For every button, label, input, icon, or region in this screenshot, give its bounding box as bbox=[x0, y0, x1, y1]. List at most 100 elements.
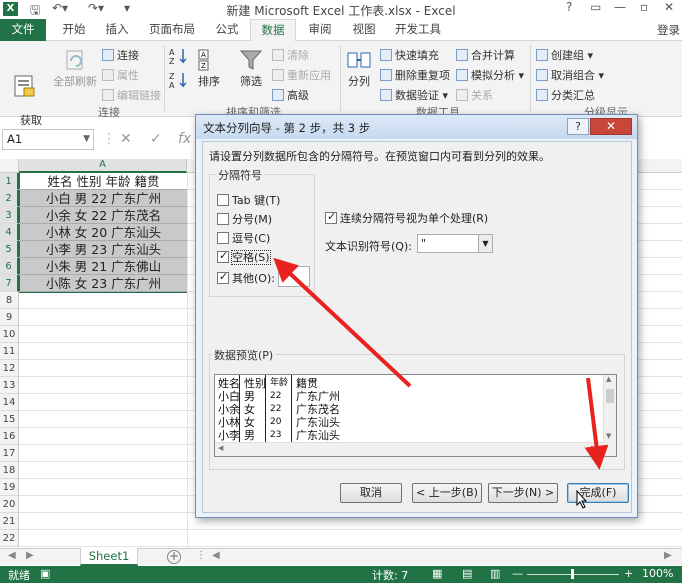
normal-view-icon[interactable]: ▦ bbox=[432, 567, 442, 580]
page-break-view-icon[interactable]: ▥ bbox=[490, 567, 500, 580]
more-options-icon[interactable]: ⋮ bbox=[196, 550, 206, 561]
sign-in-link[interactable]: 登录 bbox=[657, 22, 680, 38]
restore-icon[interactable]: ▫ bbox=[640, 0, 648, 14]
clear-button[interactable]: 清除 bbox=[272, 47, 309, 63]
sort-az-button[interactable]: AZ bbox=[168, 47, 190, 66]
filter-button[interactable]: 筛选 bbox=[236, 47, 266, 88]
finish-button[interactable]: 完成(F) bbox=[567, 483, 629, 503]
zoom-out-button[interactable]: — bbox=[512, 567, 523, 580]
space-checkbox[interactable]: 空格(S) bbox=[217, 249, 271, 265]
row-header[interactable]: 14 bbox=[0, 394, 19, 411]
row-header[interactable]: 4 bbox=[0, 224, 19, 241]
row-header[interactable]: 10 bbox=[0, 326, 19, 343]
tab-insert[interactable]: 插入 bbox=[97, 19, 137, 41]
back-button[interactable]: < 上一步(B) bbox=[412, 483, 482, 503]
cancel-button[interactable]: 取消 bbox=[340, 483, 402, 503]
row-header[interactable]: 2 bbox=[0, 190, 19, 207]
tab-developer[interactable]: 开发工具 bbox=[390, 19, 446, 41]
help-icon[interactable]: ? bbox=[566, 0, 572, 14]
row-header[interactable]: 12 bbox=[0, 360, 19, 377]
row-header[interactable]: 15 bbox=[0, 411, 19, 428]
sheet-tab-sheet1[interactable]: Sheet1 bbox=[80, 548, 138, 566]
space-checkbox-box[interactable] bbox=[217, 249, 229, 263]
scroll-right-icon[interactable]: ▶ bbox=[664, 550, 672, 561]
dialog-title-bar[interactable]: 文本分列向导 - 第 2 步，共 3 步 ? ✕ bbox=[196, 115, 637, 139]
cell-a4[interactable]: 小林 女 20 广东汕头 bbox=[20, 224, 187, 241]
flash-fill-button[interactable]: 快速填充 bbox=[380, 47, 439, 63]
row-header[interactable]: 22 bbox=[0, 530, 19, 547]
what-if-button[interactable]: 模拟分析 ▾ bbox=[456, 67, 524, 83]
row-header[interactable]: 9 bbox=[0, 309, 19, 326]
insert-function-icon[interactable]: fx bbox=[178, 131, 191, 147]
properties-button[interactable]: 属性 bbox=[102, 67, 139, 83]
consecutive-checkbox-box[interactable] bbox=[325, 210, 337, 224]
data-preview-pane[interactable]: 姓名 性别 年龄 籍贯 小白男 22 广东广州 小余女 22 广东茂名 小林女 20 广东汕头 小李男 23… bbox=[214, 374, 617, 457]
preview-scroll-thumb[interactable] bbox=[606, 389, 614, 403]
cell-a5[interactable]: 小李 男 23 广东汕头 bbox=[20, 241, 187, 258]
row-header[interactable]: 18 bbox=[0, 462, 19, 479]
scroll-up-icon[interactable]: ▲ bbox=[606, 375, 611, 383]
scroll-down-icon[interactable]: ▼ bbox=[606, 432, 611, 440]
scroll-left-icon[interactable]: ◀ bbox=[212, 550, 220, 561]
row-header[interactable]: 16 bbox=[0, 428, 19, 445]
scroll-tabs-right-icon[interactable]: ▶ bbox=[26, 550, 34, 561]
tab-checkbox-box[interactable] bbox=[217, 194, 229, 206]
dialog-help-button[interactable]: ? bbox=[567, 118, 589, 135]
comma-checkbox-box[interactable] bbox=[217, 232, 229, 244]
cell-a7[interactable]: 小陈 女 23 广东广州 bbox=[20, 275, 187, 292]
reapply-button[interactable]: 重新应用 bbox=[272, 67, 331, 83]
ribbon-display-icon[interactable]: ▭ bbox=[590, 0, 601, 14]
row-header[interactable]: 8 bbox=[0, 292, 19, 309]
other-delimiter-input[interactable] bbox=[278, 266, 310, 287]
tab-file[interactable]: 文件 bbox=[0, 19, 46, 41]
ungroup-button[interactable]: 取消组合 ▾ bbox=[536, 67, 604, 83]
zoom-slider-thumb[interactable] bbox=[571, 569, 574, 579]
dialog-close-button[interactable]: ✕ bbox=[590, 118, 632, 135]
minimize-icon[interactable]: — bbox=[614, 0, 626, 14]
row-header[interactable]: 19 bbox=[0, 479, 19, 496]
select-all-corner[interactable] bbox=[0, 159, 19, 173]
row-header[interactable]: 13 bbox=[0, 377, 19, 394]
next-button[interactable]: 下一步(N) > bbox=[488, 483, 558, 503]
advanced-button[interactable]: 高级 bbox=[272, 87, 309, 103]
edit-links-button[interactable]: 编辑链接 bbox=[102, 87, 161, 103]
group-button[interactable]: 创建组 ▾ bbox=[536, 47, 593, 63]
cancel-icon[interactable]: ✕ bbox=[120, 131, 132, 147]
row-header[interactable]: 21 bbox=[0, 513, 19, 530]
enter-icon[interactable]: ✓ bbox=[150, 131, 162, 147]
cell-a6[interactable]: 小朱 男 21 广东佛山 bbox=[20, 258, 187, 275]
consecutive-delimiters-checkbox[interactable]: 连续分隔符号视为单个处理(R) bbox=[325, 210, 488, 226]
tab-view[interactable]: 视图 bbox=[344, 19, 384, 41]
page-layout-view-icon[interactable]: ▤ bbox=[462, 567, 472, 580]
relationships-button[interactable]: 关系 bbox=[456, 87, 493, 103]
row-header[interactable]: 7 bbox=[0, 275, 19, 292]
remove-duplicates-button[interactable]: 删除重复项 bbox=[380, 67, 450, 83]
row-header[interactable]: 5 bbox=[0, 241, 19, 258]
column-header-a[interactable]: A bbox=[19, 159, 187, 173]
connections-button[interactable]: 连接 bbox=[102, 47, 139, 63]
row-header[interactable]: 3 bbox=[0, 207, 19, 224]
semicolon-checkbox[interactable]: 分号(M) bbox=[217, 211, 272, 227]
tab-data[interactable]: 数据 bbox=[250, 19, 296, 42]
row-header[interactable]: 1 bbox=[0, 173, 19, 190]
data-validation-button[interactable]: 数据验证 ▾ bbox=[380, 87, 448, 103]
other-checkbox-box[interactable] bbox=[217, 270, 229, 284]
other-checkbox[interactable]: 其他(O): bbox=[217, 270, 275, 286]
text-to-columns-button[interactable]: 分列 bbox=[344, 47, 374, 88]
scroll-right-icon[interactable]: ▶ bbox=[591, 444, 596, 452]
zoom-level[interactable]: 100% bbox=[642, 567, 673, 580]
close-icon[interactable]: ✕ bbox=[664, 0, 674, 14]
chevron-down-icon[interactable]: ▼ bbox=[478, 235, 492, 252]
chevron-down-icon[interactable]: ▼ bbox=[83, 130, 90, 149]
row-header[interactable]: 17 bbox=[0, 445, 19, 462]
tab-home[interactable]: 开始 bbox=[54, 19, 94, 41]
refresh-all-button[interactable]: 全部刷新 bbox=[52, 47, 98, 88]
row-header[interactable]: 20 bbox=[0, 496, 19, 513]
consolidate-button[interactable]: 合并计算 bbox=[456, 47, 515, 63]
tab-review[interactable]: 审阅 bbox=[300, 19, 340, 41]
cell-a1[interactable]: 姓名 性别 年龄 籍贯 bbox=[20, 173, 187, 190]
name-box[interactable]: A1 ▼ bbox=[2, 129, 94, 150]
macro-record-icon[interactable]: ▣ bbox=[40, 567, 50, 580]
row-header[interactable]: 11 bbox=[0, 343, 19, 360]
sort-za-button[interactable]: ZA bbox=[168, 71, 190, 90]
